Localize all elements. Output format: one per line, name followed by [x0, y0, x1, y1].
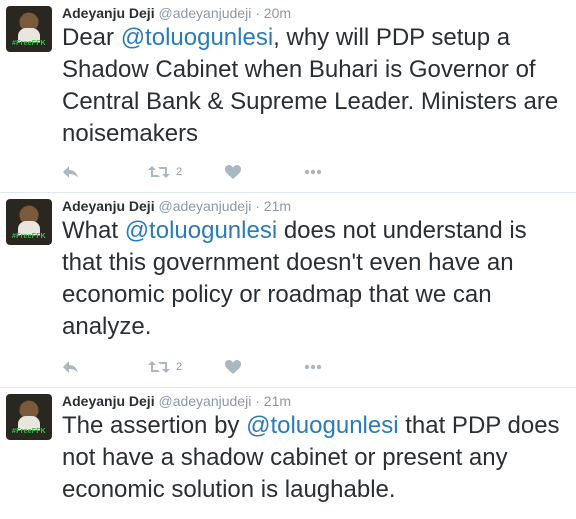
retweet-button[interactable]: 2: [148, 162, 182, 182]
more-button[interactable]: [304, 162, 322, 182]
tweet-text: The assertion by @toluogunlesi that PDP …: [62, 410, 570, 506]
retweet-count: 2: [176, 166, 183, 178]
tweet-header: Adeyanju Deji @adeyanjudeji · 20m: [62, 4, 291, 22]
timestamp[interactable]: 20m: [264, 5, 291, 21]
reply-icon: [63, 361, 78, 373]
mention-link[interactable]: @toluogunlesi: [121, 24, 273, 51]
reply-icon: [63, 166, 78, 178]
more-icon: [304, 169, 322, 175]
retweet-button[interactable]: 2: [148, 357, 182, 377]
like-button[interactable]: [225, 357, 241, 377]
separator: ·: [255, 393, 260, 409]
author-name[interactable]: Adeyanju Deji: [62, 198, 155, 214]
reply-button[interactable]: [62, 357, 79, 377]
more-button[interactable]: [304, 357, 322, 377]
tweet-header: Adeyanju Deji @adeyanjudeji · 21m: [62, 392, 291, 410]
author-name[interactable]: Adeyanju Deji: [62, 5, 155, 21]
reply-button[interactable]: [62, 162, 79, 182]
timestamp[interactable]: 21m: [264, 393, 291, 409]
tweet-text-part: Dear: [62, 24, 121, 51]
retweet-icon: [148, 361, 170, 373]
retweet-icon: [148, 166, 170, 178]
separator: ·: [255, 5, 260, 21]
tweet[interactable]: #FreeFFK Adeyanju Deji @adeyanjudeji · 2…: [0, 193, 576, 388]
tweet[interactable]: #FreeFFK Adeyanju Deji @adeyanjudeji · 2…: [0, 388, 576, 519]
avatar-tag: #FreeFFK: [12, 40, 46, 47]
avatar[interactable]: #FreeFFK: [6, 394, 52, 440]
avatar-tag: #FreeFFK: [12, 233, 46, 240]
retweet-count: 2: [176, 361, 183, 373]
tweet-text-part: The assertion by: [62, 412, 247, 439]
author-handle[interactable]: @adeyanjudeji: [158, 198, 251, 214]
like-button[interactable]: [225, 162, 241, 182]
mention-link[interactable]: @toluogunlesi: [246, 412, 398, 439]
tweet-text: Dear @toluogunlesi, why will PDP setup a…: [62, 22, 570, 150]
avatar-tag: #FreeFFK: [12, 428, 46, 435]
separator: ·: [255, 198, 260, 214]
tweet-header: Adeyanju Deji @adeyanjudeji · 21m: [62, 197, 291, 215]
tweet-actions: 2: [62, 357, 362, 377]
author-handle[interactable]: @adeyanjudeji: [158, 393, 251, 409]
timestamp[interactable]: 21m: [264, 198, 291, 214]
mention-link[interactable]: @toluogunlesi: [125, 217, 277, 244]
tweet-actions: 2: [62, 162, 362, 182]
author-name[interactable]: Adeyanju Deji: [62, 393, 155, 409]
heart-icon: [225, 360, 241, 374]
tweet[interactable]: #FreeFFK Adeyanju Deji @adeyanjudeji · 2…: [0, 0, 576, 193]
more-icon: [304, 364, 322, 370]
tweet-text-part: What: [62, 217, 125, 244]
author-handle[interactable]: @adeyanjudeji: [158, 5, 251, 21]
avatar[interactable]: #FreeFFK: [6, 199, 52, 245]
heart-icon: [225, 165, 241, 179]
avatar[interactable]: #FreeFFK: [6, 6, 52, 52]
tweet-text: What @toluogunlesi does not understand i…: [62, 215, 570, 343]
